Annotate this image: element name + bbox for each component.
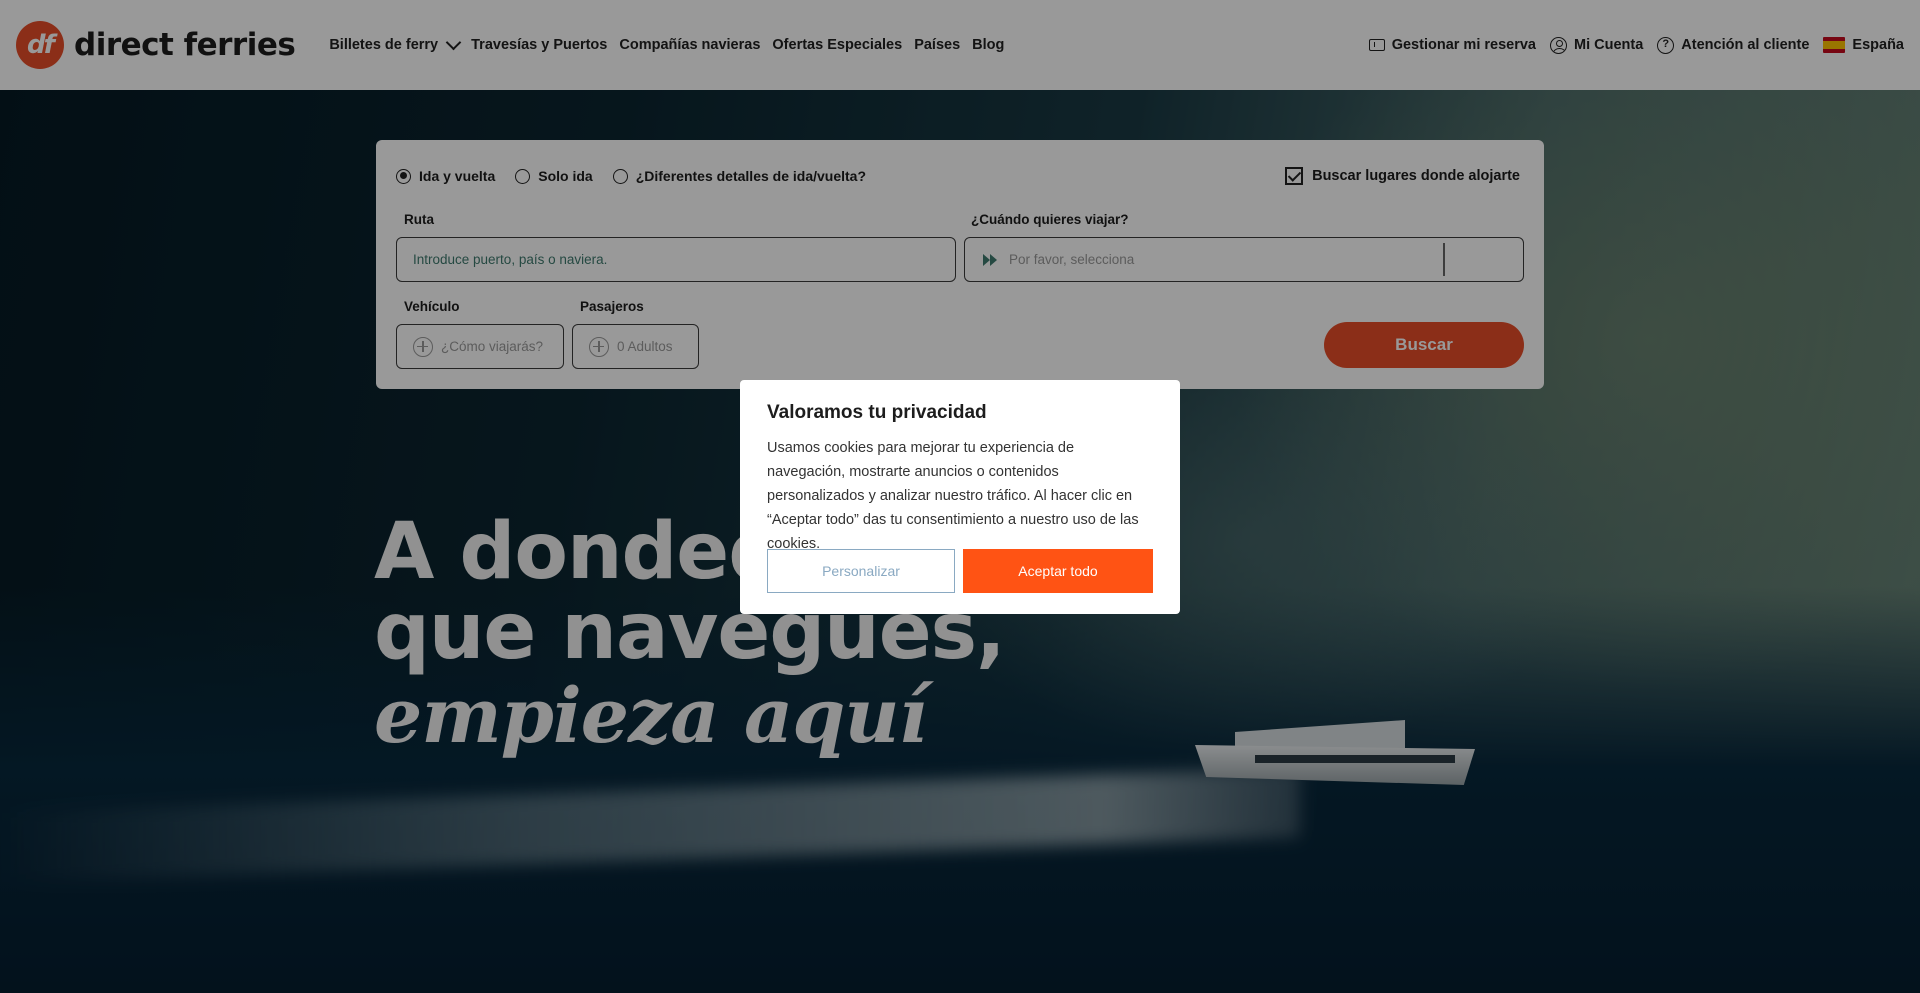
cookie-title: Valoramos tu privacidad <box>767 402 987 423</box>
cookie-consent-dialog: Valoramos tu privacidad Usamos cookies p… <box>740 380 1180 614</box>
customize-cookies-button[interactable]: Personalizar <box>767 549 955 593</box>
cookie-actions: Personalizar Aceptar todo <box>767 549 1153 593</box>
cookie-description: Usamos cookies para mejorar tu experienc… <box>767 440 1139 552</box>
accept-all-cookies-button[interactable]: Aceptar todo <box>963 549 1153 593</box>
